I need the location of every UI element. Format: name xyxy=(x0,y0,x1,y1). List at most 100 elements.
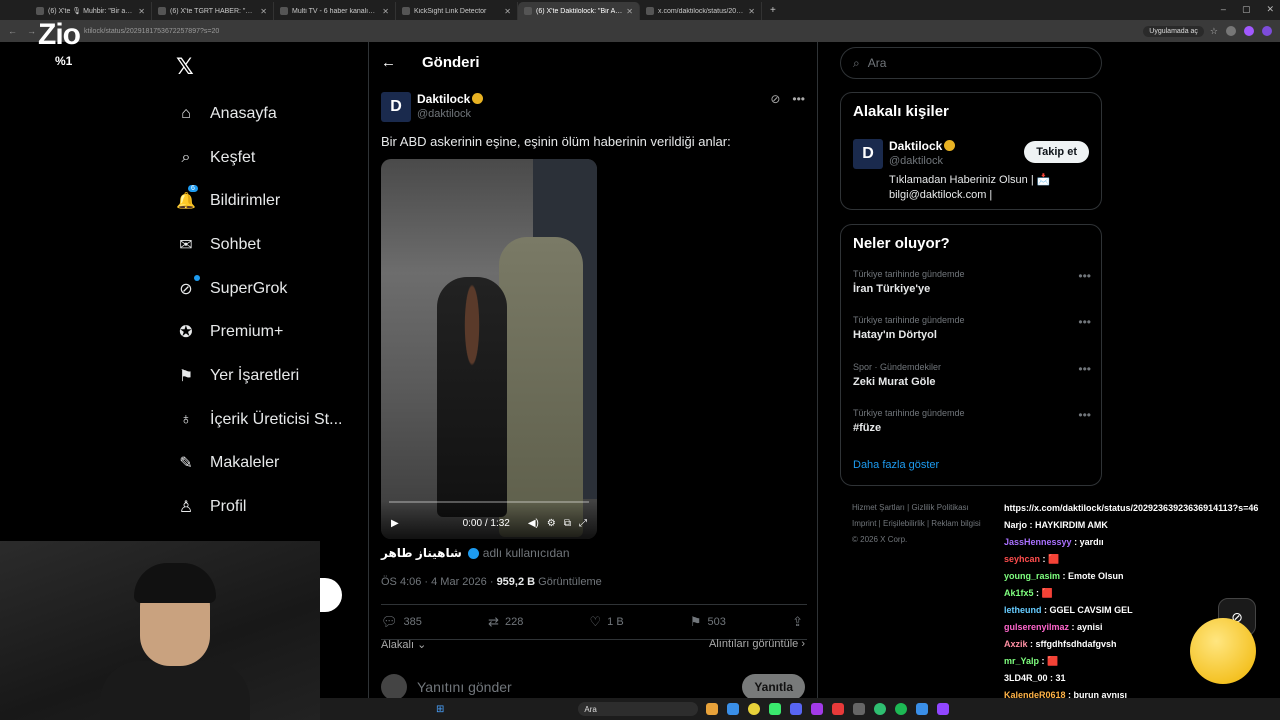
chat-username[interactable]: https://x.com/daktilock/status/202923639… xyxy=(1004,503,1258,513)
my-avatar xyxy=(381,674,407,700)
reply-button[interactable]: 💬︎ 385 xyxy=(381,614,422,630)
browser-tab[interactable]: Multi TV - 6 haber kanalını ayn ✕ xyxy=(274,2,396,20)
nav-profile[interactable]: ♙ Profil xyxy=(176,485,342,529)
bookmark-button[interactable]: ⚑ 503 xyxy=(690,614,726,630)
app-icon[interactable] xyxy=(832,703,845,715)
close-tab-icon[interactable]: ✕ xyxy=(626,7,633,16)
post-timestamp[interactable]: ÖS 4:06 · 4 Mar 2026 · xyxy=(381,576,494,588)
app-icon[interactable] xyxy=(790,703,803,715)
minimize-icon[interactable]: – xyxy=(1221,4,1226,15)
nav-messages[interactable]: ✉ Sohbet xyxy=(176,223,342,267)
back-arrow-icon[interactable]: ← xyxy=(8,26,17,36)
url-field[interactable]: ktilock/status/2029181753672257897?s=20 xyxy=(84,28,1143,35)
forward-arrow-icon[interactable]: → xyxy=(27,26,36,36)
repost-button[interactable]: ⇄ 228 xyxy=(488,614,523,630)
tab-favicon-icon xyxy=(158,7,166,15)
nav-supergrok[interactable]: ⊘ SuperGrok xyxy=(176,267,342,311)
video-player[interactable]: ▶ 0:00 / 1:32 ◀) ⚙ ⧉ ⤢ xyxy=(381,159,597,539)
close-tab-icon[interactable]: ✕ xyxy=(748,7,755,16)
chat-username[interactable]: young_rasim xyxy=(1004,571,1060,581)
browser-tab[interactable]: KickSight Link Detector ✕ xyxy=(396,2,518,20)
more-icon[interactable]: ••• xyxy=(1078,269,1091,283)
open-in-app-button[interactable]: Uygulamada aç xyxy=(1143,25,1204,37)
close-tab-icon[interactable]: ✕ xyxy=(138,7,145,16)
new-tab-icon[interactable]: + xyxy=(770,5,776,16)
app-icon[interactable] xyxy=(727,703,740,715)
close-tab-icon[interactable]: ✕ xyxy=(260,7,267,16)
chat-username[interactable]: JassHennessyy xyxy=(1004,537,1072,547)
taskbar-search[interactable]: Ara xyxy=(578,702,699,716)
app-icon[interactable] xyxy=(811,703,824,715)
trend-item[interactable]: Türkiye tarihinde gündemde İran Türkiye'y… xyxy=(853,269,1091,295)
person-handle[interactable]: @daktilock xyxy=(889,155,943,167)
reply-input[interactable]: Yanıtını gönder xyxy=(417,679,512,695)
related-dropdown[interactable]: Alakalı ⌄ xyxy=(381,638,426,651)
trend-item[interactable]: Türkiye tarihinde gündemde #füze ••• xyxy=(853,408,1091,434)
more-icon[interactable]: ••• xyxy=(1078,362,1091,376)
like-button[interactable]: ♡ 1 B xyxy=(590,614,624,630)
nav-explore[interactable]: ⌕ Keşfet xyxy=(176,136,342,180)
extension-icon[interactable] xyxy=(1226,26,1236,36)
nav-bookmarks[interactable]: ⚑ Yer İşaretleri xyxy=(176,354,342,398)
back-arrow-icon[interactable]: ← xyxy=(381,54,396,71)
chat-username[interactable]: gulserenyilmaz xyxy=(1004,622,1069,632)
view-quotes-link[interactable]: Alıntıları görüntüle › xyxy=(709,638,805,651)
close-tab-icon[interactable]: ✕ xyxy=(382,7,389,16)
person-name[interactable]: Daktilock xyxy=(889,139,956,153)
volume-icon[interactable]: ◀) xyxy=(528,518,539,529)
chat-username[interactable]: Narjo xyxy=(1004,520,1027,530)
video-progress-bar[interactable] xyxy=(389,501,589,503)
person-avatar[interactable]: D xyxy=(853,139,883,169)
fullscreen-icon[interactable]: ⤢ xyxy=(579,518,587,529)
show-more-link[interactable]: Daha fazla göster xyxy=(853,459,939,471)
share-button[interactable]: ⇪ xyxy=(792,614,803,630)
chat-username[interactable]: Axzik xyxy=(1004,639,1028,649)
author-name[interactable]: Daktilock xyxy=(417,92,470,106)
chat-username[interactable]: Ak1fx5 xyxy=(1004,588,1034,598)
trend-item[interactable]: Türkiye tarihinde gündemde Hatay'ın Dörty… xyxy=(853,315,1091,341)
pip-icon[interactable]: ⧉ xyxy=(564,518,571,529)
nav-articles[interactable]: ✎ Makaleler xyxy=(176,442,342,486)
app-icon[interactable] xyxy=(937,703,950,715)
browser-tab[interactable]: x.com/daktilock/status/20292 ✕ xyxy=(640,2,762,20)
spotify-icon[interactable] xyxy=(895,703,908,715)
chat-username[interactable]: seyhcan xyxy=(1004,554,1040,564)
grok-icon[interactable]: ⊘ xyxy=(770,92,780,106)
close-window-icon[interactable]: ✕ xyxy=(1266,4,1274,15)
chat-message: Narjo : HAYKIRDIM AMK xyxy=(1004,520,1108,530)
app-icon[interactable] xyxy=(853,703,866,715)
chat-username[interactable]: 3LD4R_00 xyxy=(1004,673,1048,683)
chrome-icon[interactable] xyxy=(748,703,761,715)
more-icon[interactable]: ••• xyxy=(1078,408,1091,422)
author-handle[interactable]: @daktilock xyxy=(417,108,483,120)
app-icon[interactable] xyxy=(706,703,719,715)
trend-item[interactable]: Spor · Gündemdekiler Zeki Murat Göle ••• xyxy=(853,362,1091,388)
start-icon[interactable]: ⊞ xyxy=(436,704,444,715)
app-icon[interactable] xyxy=(769,703,782,715)
close-tab-icon[interactable]: ✕ xyxy=(504,7,511,16)
x-logo[interactable]: 𝕏 xyxy=(176,54,194,80)
bookmark-star-icon[interactable]: ☆ xyxy=(1210,26,1218,36)
reply-submit-button[interactable]: Yanıtla xyxy=(742,674,805,700)
app-icon[interactable] xyxy=(874,703,887,715)
settings-icon[interactable]: ⚙ xyxy=(547,518,556,529)
browser-tab-active[interactable]: (6) X'te Daktilolock: "Bir ABD ✕ xyxy=(518,2,640,20)
maximize-icon[interactable]: ▢ xyxy=(1242,4,1251,15)
more-icon[interactable]: ••• xyxy=(792,92,805,106)
extension-icon[interactable] xyxy=(1244,26,1254,36)
follow-button[interactable]: Takip et xyxy=(1024,141,1089,163)
more-icon[interactable]: ••• xyxy=(1078,315,1091,329)
author-avatar[interactable]: D xyxy=(381,92,411,122)
app-icon[interactable] xyxy=(916,703,929,715)
nav-premium[interactable]: ✪ Premium+ xyxy=(176,310,342,354)
browser-tab[interactable]: (6) X'te TGRT HABER: "Nere ✕ xyxy=(152,2,274,20)
nav-creator-studio[interactable]: ♁ İçerik Üreticisi St... xyxy=(176,398,342,442)
search-input[interactable]: ⌕ Ara xyxy=(840,47,1102,79)
chat-username[interactable]: letheund xyxy=(1004,605,1042,615)
nav-notifications[interactable]: 🔔 6 Bildirimler xyxy=(176,179,342,223)
nav-home[interactable]: ⌂ Anasayfa xyxy=(176,92,342,136)
play-icon[interactable]: ▶ xyxy=(391,518,399,529)
profile-avatar[interactable] xyxy=(1262,26,1272,36)
source-user[interactable]: شاهيناز طاهر xyxy=(381,546,462,560)
chat-username[interactable]: mr_Yalp xyxy=(1004,656,1039,666)
